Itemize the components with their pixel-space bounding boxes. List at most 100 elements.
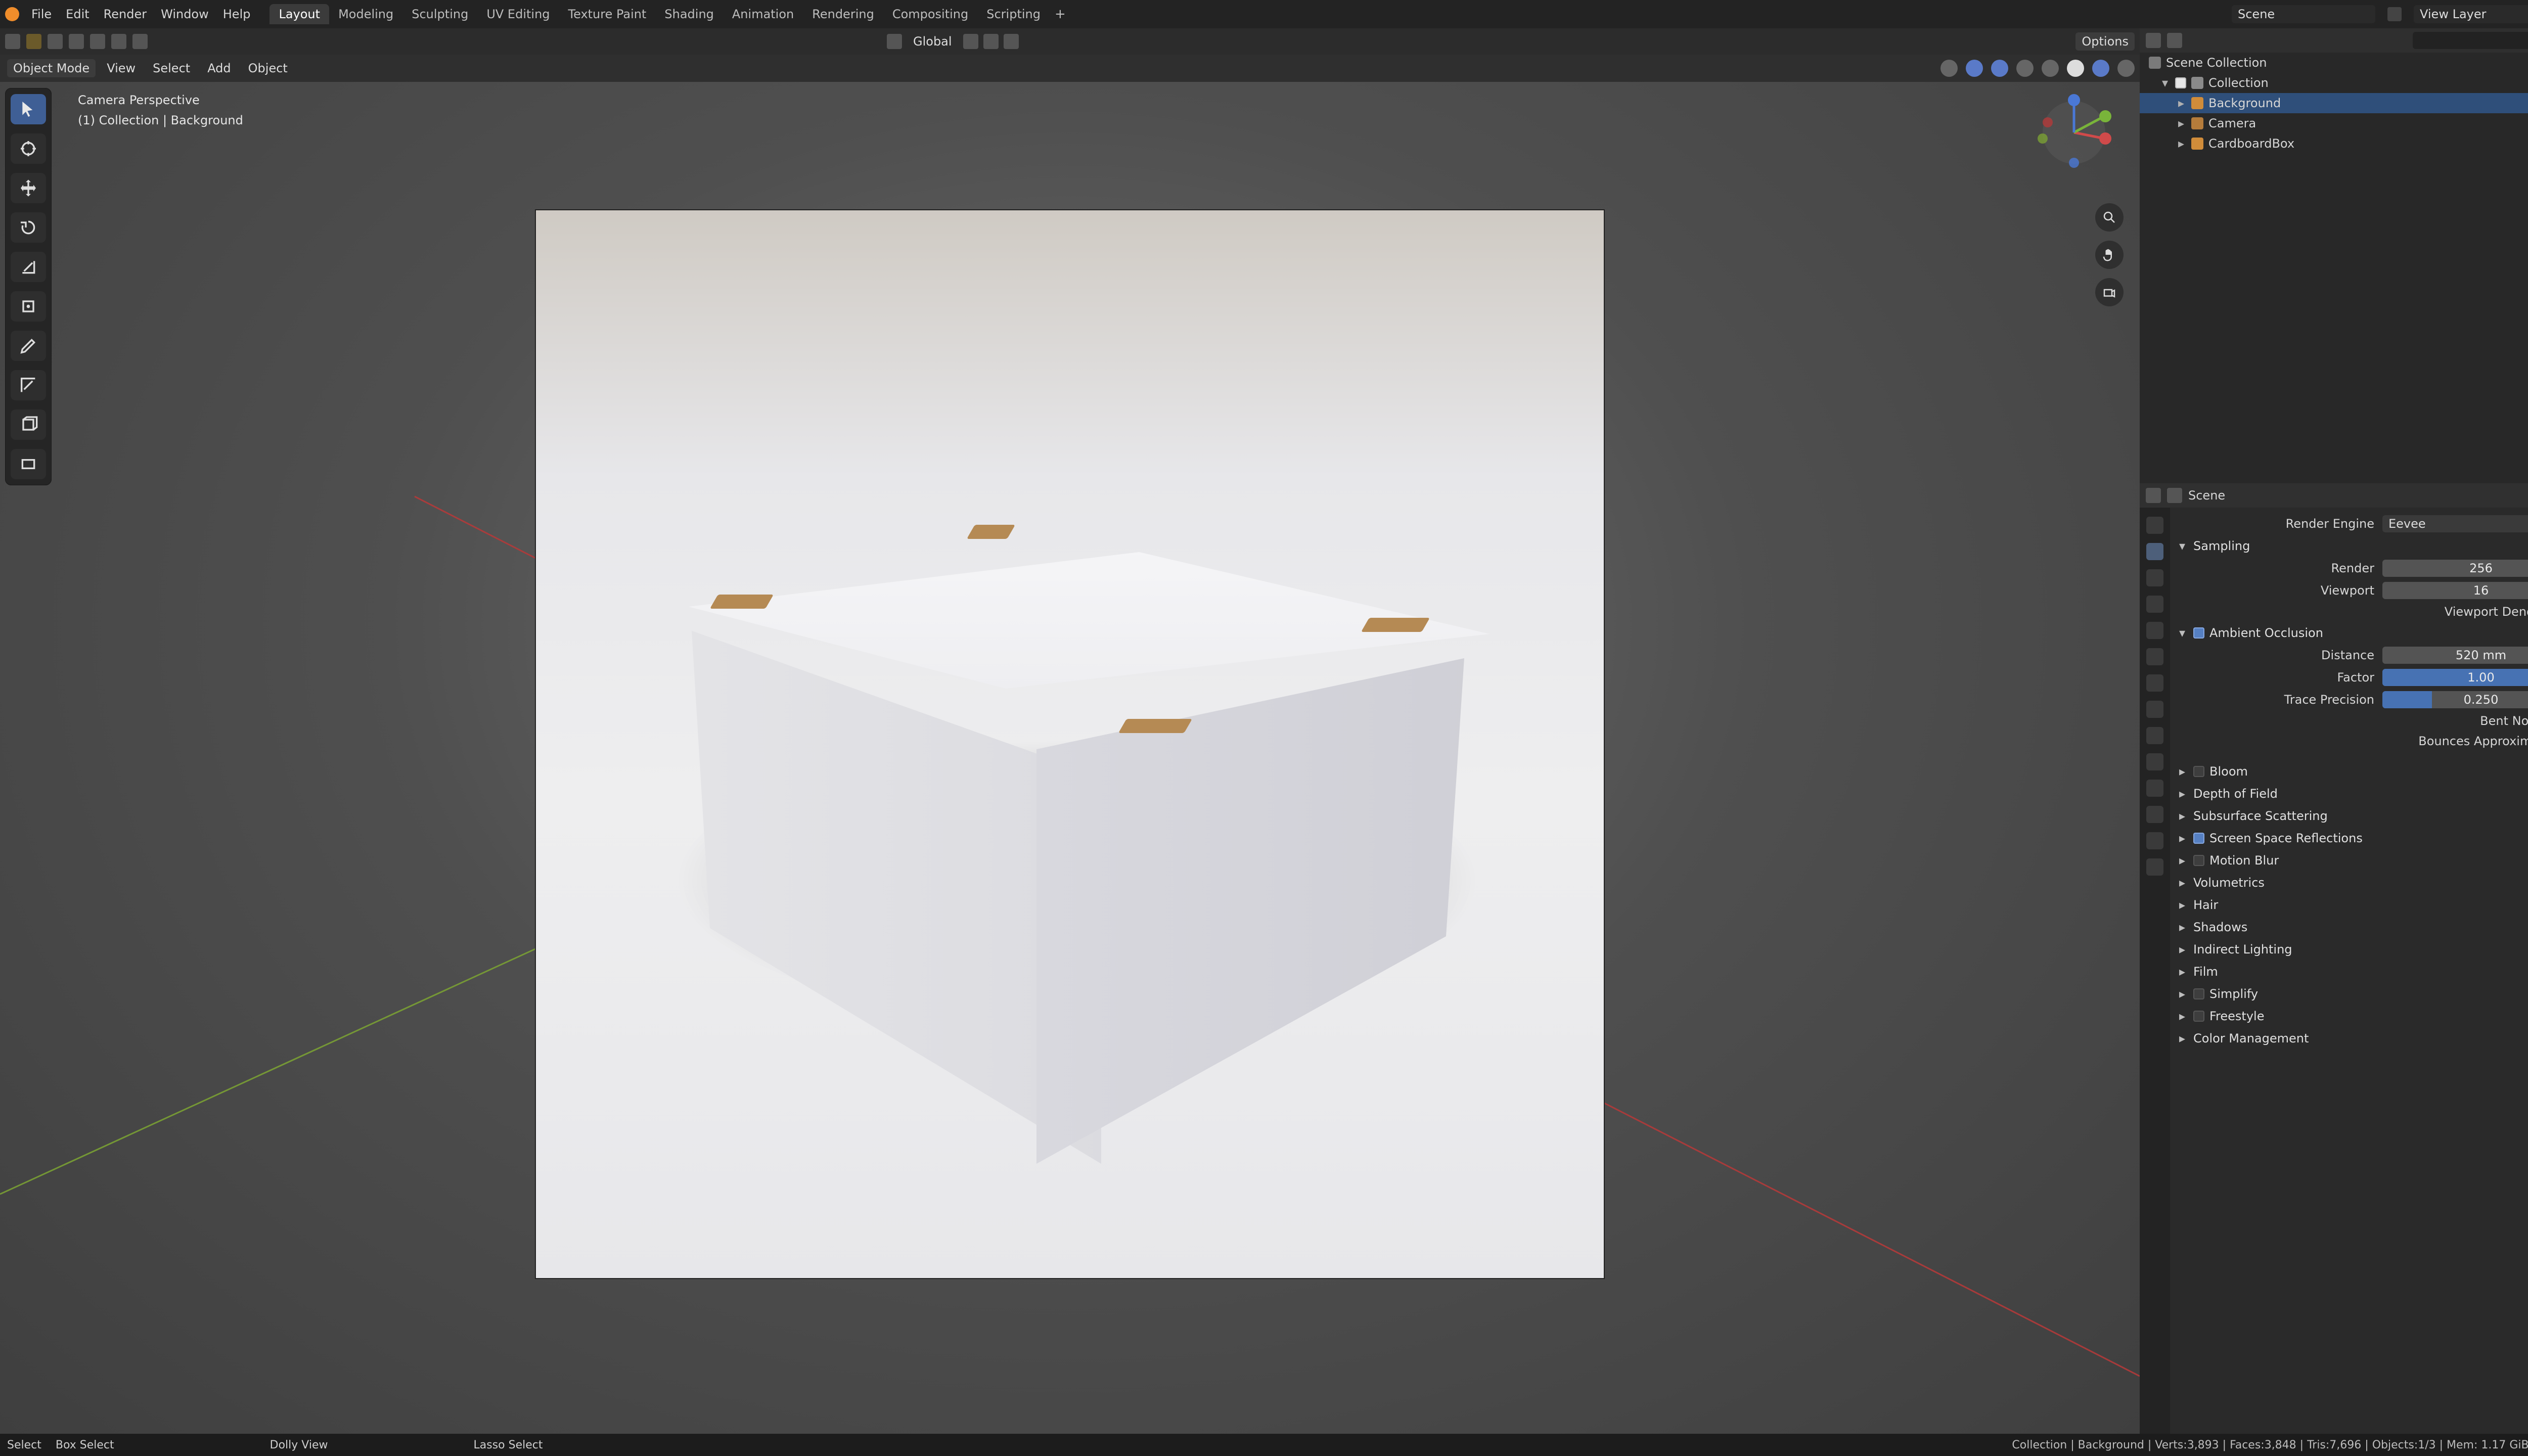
material-properties-icon[interactable] bbox=[2146, 832, 2163, 849]
scene-properties-icon[interactable] bbox=[2146, 622, 2163, 639]
gizmo-neg-x-icon[interactable] bbox=[2043, 117, 2053, 127]
properties-editor-type-icon[interactable] bbox=[2146, 488, 2161, 503]
editor-type-icon[interactable] bbox=[5, 34, 20, 49]
menu-window[interactable]: Window bbox=[154, 7, 216, 21]
simplify-checkbox[interactable] bbox=[2193, 988, 2204, 999]
outliner-item-camera[interactable]: ▸ Camera 👁 bbox=[2140, 113, 2528, 133]
gizmo-x-icon[interactable] bbox=[2099, 132, 2111, 145]
menu-file[interactable]: File bbox=[24, 7, 59, 21]
object-menu[interactable]: Object bbox=[242, 59, 294, 77]
add-workspace-button[interactable]: + bbox=[1055, 7, 1066, 22]
select-tool[interactable] bbox=[11, 94, 46, 124]
mode-dropdown[interactable]: Object Mode bbox=[7, 59, 96, 77]
overlay-icon[interactable] bbox=[1991, 60, 2008, 77]
tab-compositing[interactable]: Compositing bbox=[883, 4, 977, 24]
navigation-gizmo[interactable] bbox=[2028, 92, 2119, 173]
freestyle-section[interactable]: ▸ Freestyle bbox=[2170, 1005, 2528, 1027]
rendered-shading-icon[interactable] bbox=[2117, 60, 2135, 77]
scale-tool[interactable] bbox=[11, 252, 46, 282]
expand-icon[interactable]: ▸ bbox=[2179, 1009, 2188, 1023]
annotate-tool[interactable] bbox=[11, 331, 46, 361]
ao-factor-slider[interactable]: 1.00 bbox=[2382, 669, 2528, 686]
expand-icon[interactable]: ▸ bbox=[2179, 853, 2188, 868]
wireframe-shading-icon[interactable] bbox=[2042, 60, 2059, 77]
tab-texture-paint[interactable]: Texture Paint bbox=[559, 4, 656, 24]
particles-properties-icon[interactable] bbox=[2146, 727, 2163, 744]
motion-blur-checkbox[interactable] bbox=[2193, 855, 2204, 866]
menu-render[interactable]: Render bbox=[97, 7, 154, 21]
select-invert-icon[interactable] bbox=[111, 34, 126, 49]
cursor-tool[interactable] bbox=[11, 133, 46, 164]
sampling-render-field[interactable]: 256 bbox=[2382, 560, 2528, 577]
menu-help[interactable]: Help bbox=[216, 7, 258, 21]
select-mode-icon[interactable] bbox=[26, 34, 41, 49]
material-shading-icon[interactable] bbox=[2092, 60, 2109, 77]
gizmo-y-icon[interactable] bbox=[2099, 110, 2111, 122]
bloom-checkbox[interactable] bbox=[2193, 766, 2204, 777]
outliner-item-background[interactable]: ▸ Background 👁 bbox=[2140, 93, 2528, 113]
blender-logo-icon[interactable] bbox=[5, 7, 19, 21]
ambient-occlusion-collapse-icon[interactable]: ▾ bbox=[2179, 626, 2188, 640]
tab-rendering[interactable]: Rendering bbox=[803, 4, 883, 24]
object-properties-icon[interactable] bbox=[2146, 674, 2163, 692]
expand-icon[interactable]: ▸ bbox=[2179, 987, 2188, 1001]
ambient-occlusion-section[interactable]: ▾ Ambient Occlusion bbox=[2170, 622, 2528, 644]
menu-edit[interactable]: Edit bbox=[59, 7, 96, 21]
gizmo-neg-y-icon[interactable] bbox=[2038, 133, 2048, 144]
subsurface-scattering-section[interactable]: ▸ Subsurface Scattering bbox=[2170, 805, 2528, 827]
hair-section[interactable]: ▸ Hair bbox=[2170, 894, 2528, 916]
gizmo-neg-z-icon[interactable] bbox=[2069, 158, 2079, 168]
proportional-icon[interactable] bbox=[1003, 34, 1019, 49]
modifier-properties-icon[interactable] bbox=[2146, 701, 2163, 718]
sampling-collapse-icon[interactable]: ▾ bbox=[2179, 539, 2188, 553]
options-button[interactable]: Options bbox=[2075, 32, 2135, 51]
outliner-editor-type-icon[interactable] bbox=[2146, 33, 2161, 48]
depth-of-field-section[interactable]: ▸ Depth of Field bbox=[2170, 783, 2528, 805]
world-properties-icon[interactable] bbox=[2146, 648, 2163, 665]
simplify-section[interactable]: ▸ Simplify bbox=[2170, 983, 2528, 1005]
pan-button[interactable] bbox=[2095, 241, 2124, 269]
expand-icon[interactable]: ▸ bbox=[2178, 133, 2187, 154]
solid-shading-icon[interactable] bbox=[2067, 60, 2084, 77]
scene-browse-icon[interactable] bbox=[2387, 7, 2402, 21]
shadows-section[interactable]: ▸ Shadows bbox=[2170, 916, 2528, 938]
render-engine-dropdown[interactable]: Eevee bbox=[2382, 515, 2528, 532]
pivot-icon[interactable] bbox=[963, 34, 978, 49]
view-layer-selector[interactable]: View Layer bbox=[2414, 5, 2528, 23]
expand-icon[interactable]: ▸ bbox=[2178, 93, 2187, 113]
collection-enable-checkbox[interactable] bbox=[2175, 77, 2186, 88]
move-tool[interactable] bbox=[11, 173, 46, 203]
view-menu[interactable]: View bbox=[101, 59, 142, 77]
tab-scripting[interactable]: Scripting bbox=[977, 4, 1050, 24]
tab-uv-editing[interactable]: UV Editing bbox=[477, 4, 559, 24]
tab-modeling[interactable]: Modeling bbox=[329, 4, 402, 24]
add-plane-tool[interactable] bbox=[11, 449, 46, 479]
sampling-viewport-field[interactable]: 16 bbox=[2382, 582, 2528, 599]
transform-orientation-icon[interactable] bbox=[887, 34, 902, 49]
expand-icon[interactable]: ▸ bbox=[2179, 920, 2188, 934]
xray-icon[interactable] bbox=[2016, 60, 2034, 77]
expand-icon[interactable]: ▸ bbox=[2179, 942, 2188, 957]
render-properties-icon[interactable] bbox=[2146, 543, 2163, 560]
collapse-icon[interactable]: ▾ bbox=[2162, 73, 2171, 93]
select-extend-icon[interactable] bbox=[69, 34, 84, 49]
ao-trace-precision-slider[interactable]: 0.250 bbox=[2382, 691, 2528, 708]
film-section[interactable]: ▸ Film bbox=[2170, 961, 2528, 983]
screen-space-reflections-checkbox[interactable] bbox=[2193, 833, 2204, 844]
constraints-properties-icon[interactable] bbox=[2146, 780, 2163, 797]
add-cube-tool[interactable] bbox=[11, 410, 46, 440]
visibility-icon[interactable] bbox=[1940, 60, 1958, 77]
select-intersect-icon[interactable] bbox=[132, 34, 148, 49]
tab-layout[interactable]: Layout bbox=[269, 4, 330, 24]
select-menu[interactable]: Select bbox=[147, 59, 196, 77]
outliner-item-collection[interactable]: ▾ Collection 👁 bbox=[2140, 73, 2528, 93]
color-management-section[interactable]: ▸ Color Management bbox=[2170, 1027, 2528, 1050]
3d-viewport[interactable]: Camera Perspective (1) Collection | Back… bbox=[0, 82, 2140, 1434]
expand-icon[interactable]: ▸ bbox=[2179, 787, 2188, 801]
freestyle-checkbox[interactable] bbox=[2193, 1011, 2204, 1022]
outliner-search-input[interactable] bbox=[2413, 32, 2528, 49]
rotate-tool[interactable] bbox=[11, 212, 46, 243]
motion-blur-section[interactable]: ▸ Motion Blur bbox=[2170, 849, 2528, 872]
measure-tool[interactable] bbox=[11, 370, 46, 400]
outliner-scene-collection[interactable]: Scene Collection bbox=[2140, 53, 2528, 73]
